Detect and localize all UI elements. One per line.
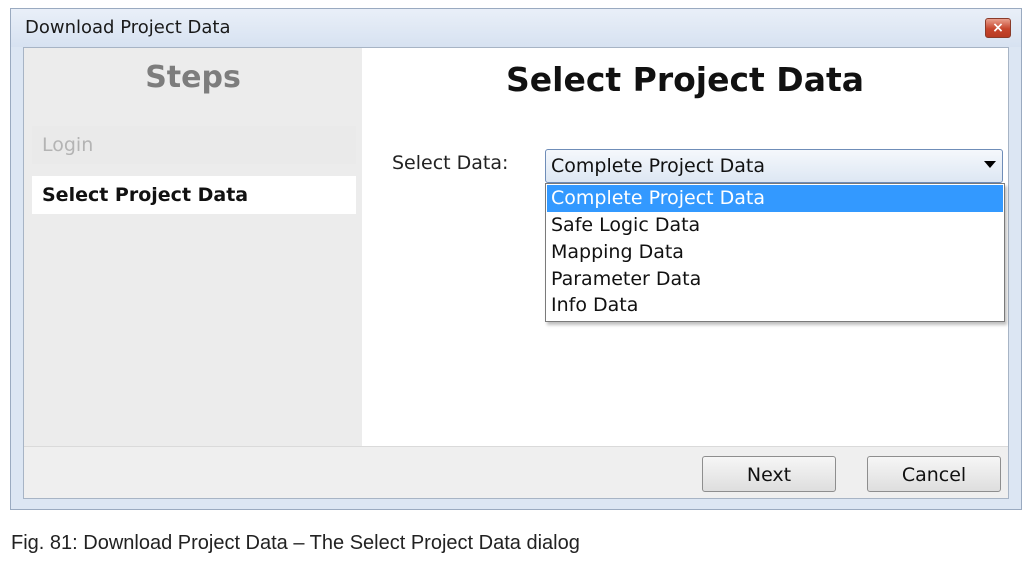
dialog-window: Download Project Data × Steps Login Sele…: [10, 8, 1022, 510]
close-icon: ×: [992, 20, 1004, 36]
step-item-login: Login: [32, 126, 356, 164]
steps-panel: Steps Login Select Project Data: [24, 48, 362, 446]
step-item-select-project-data: Select Project Data: [32, 176, 356, 214]
select-data-label: Select Data:: [392, 152, 509, 174]
close-button[interactable]: ×: [985, 18, 1011, 38]
window-title: Download Project Data: [25, 17, 231, 38]
dropdown-option-info-data[interactable]: Info Data: [547, 292, 1003, 319]
page-title: Select Project Data: [505, 60, 865, 99]
select-data-dropdown-list: Complete Project Data Safe Logic Data Ma…: [545, 183, 1005, 322]
steps-heading: Steps: [145, 60, 241, 95]
title-bar: Download Project Data ×: [11, 9, 1021, 47]
select-data-combobox[interactable]: Complete Project Data: [545, 149, 1003, 183]
main-panel: Select Project Data Select Data: Complet…: [362, 48, 1008, 446]
dialog-client-area: Steps Login Select Project Data Select P…: [23, 47, 1009, 499]
combobox-value: Complete Project Data: [551, 155, 766, 177]
dropdown-option-mapping-data[interactable]: Mapping Data: [547, 239, 1003, 266]
button-bar: Next Cancel: [24, 446, 1008, 498]
dropdown-option-complete-project-data[interactable]: Complete Project Data: [547, 185, 1003, 212]
next-button[interactable]: Next: [702, 456, 836, 492]
chevron-down-icon[interactable]: [984, 161, 996, 168]
dropdown-option-parameter-data[interactable]: Parameter Data: [547, 266, 1003, 293]
dropdown-option-safe-logic-data[interactable]: Safe Logic Data: [547, 212, 1003, 239]
cancel-button[interactable]: Cancel: [867, 456, 1001, 492]
figure-caption: Fig. 81: Download Project Data – The Sel…: [11, 532, 580, 554]
